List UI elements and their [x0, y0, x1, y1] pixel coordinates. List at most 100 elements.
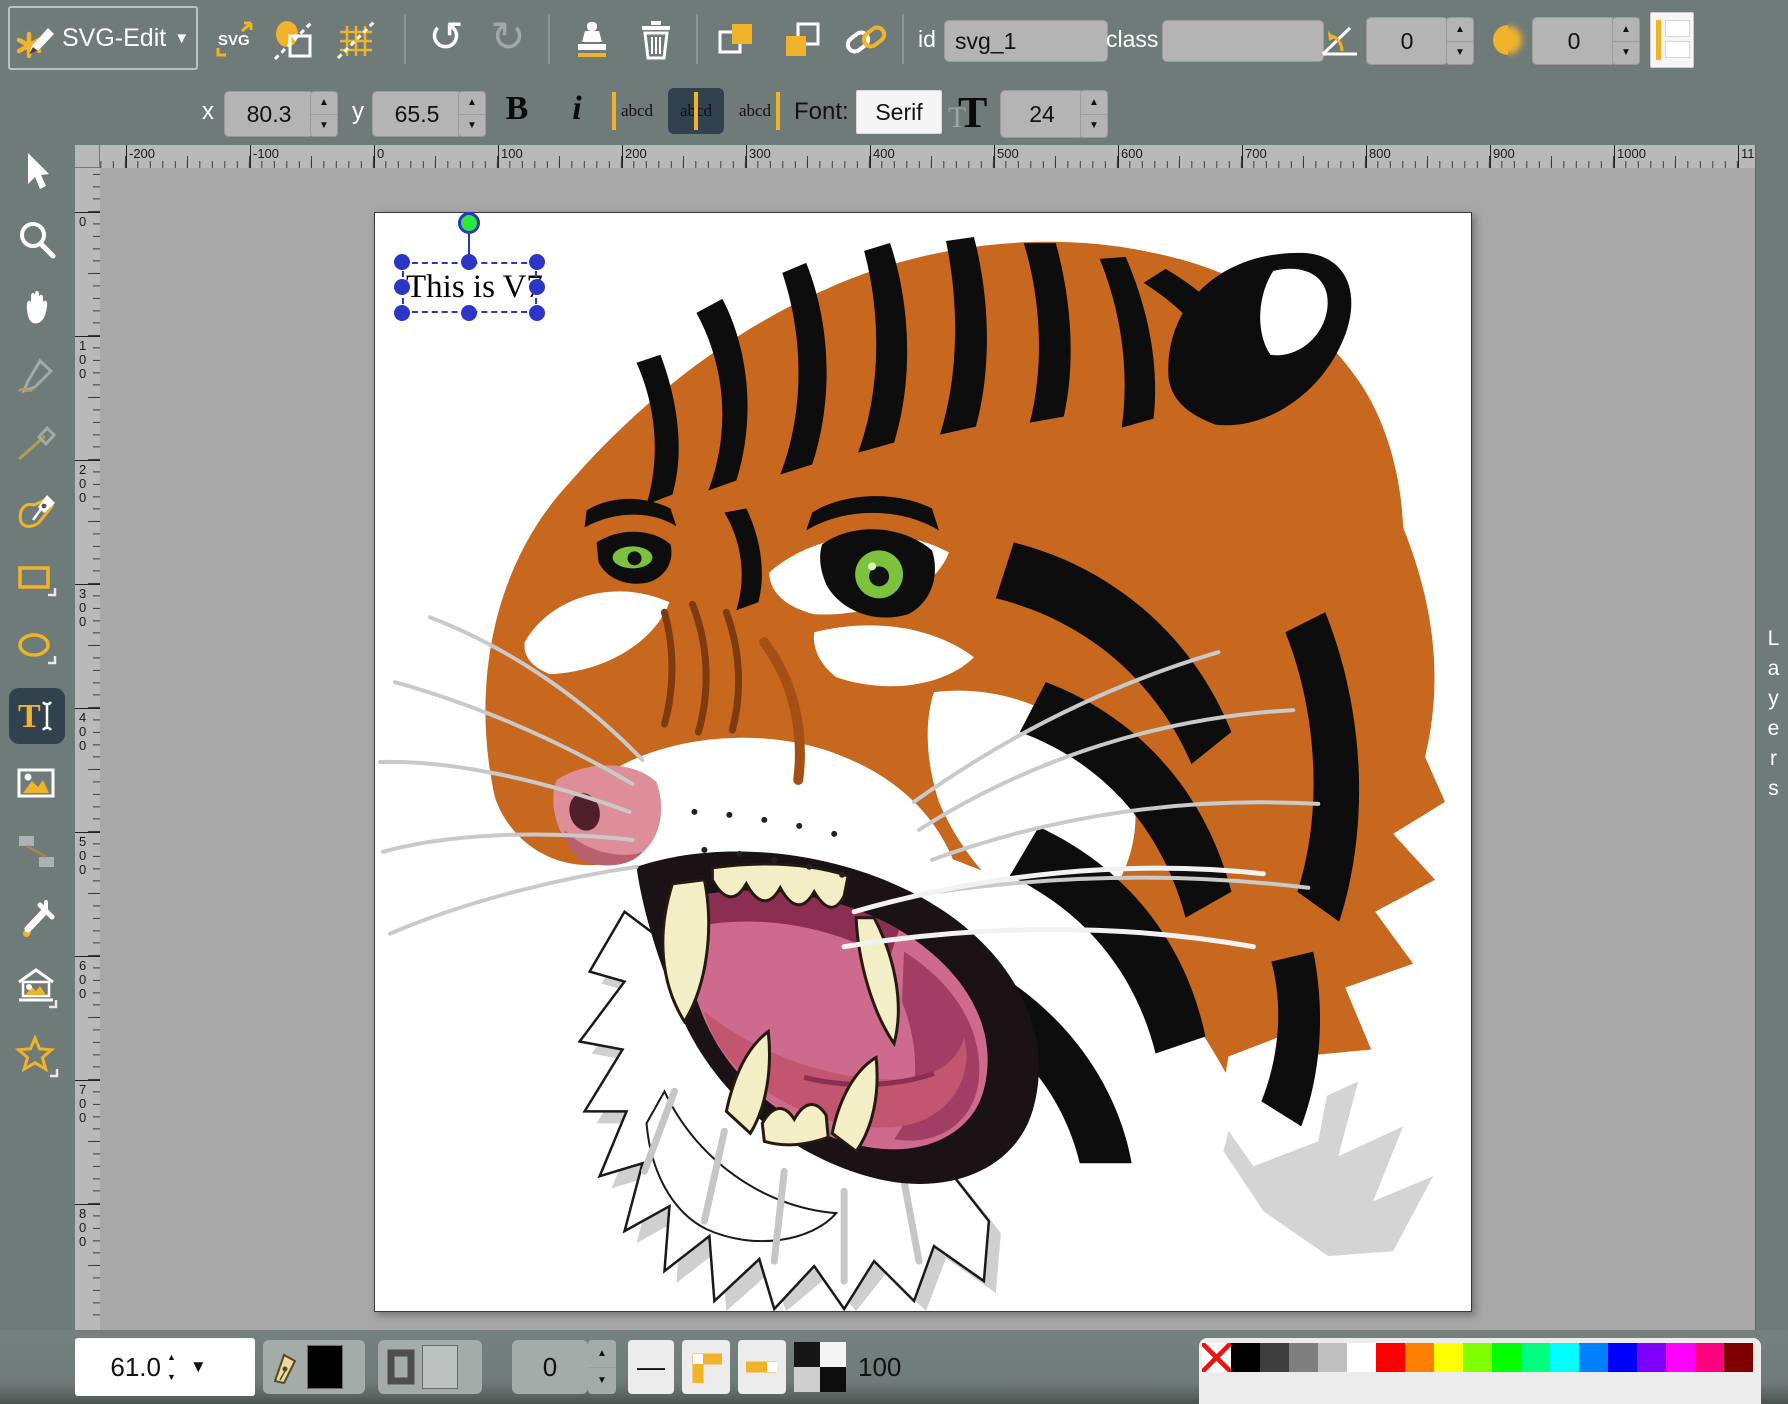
palette-swatch[interactable]: [1724, 1343, 1753, 1372]
rectangle-tool-button[interactable]: [9, 552, 65, 608]
selection-handle-e[interactable]: [529, 279, 545, 295]
selection-handle-sw[interactable]: [394, 305, 410, 321]
workspace[interactable]: This is V7: [100, 168, 1755, 1330]
element-class-input[interactable]: [1162, 20, 1324, 62]
text-anchor-start-button[interactable]: abcd: [612, 88, 662, 134]
image-tool-button[interactable]: [9, 756, 65, 812]
stroke-dash-button[interactable]: —: [628, 1340, 674, 1394]
path-tool-button[interactable]: [9, 484, 65, 540]
stroke-color-swatch[interactable]: [422, 1345, 458, 1389]
hand-icon: [15, 286, 59, 330]
redo-button[interactable]: ↻: [486, 14, 530, 58]
toolbar-divider: [902, 14, 904, 64]
bold-button[interactable]: B: [496, 90, 538, 134]
select-tool-button[interactable]: [9, 144, 65, 200]
star-tool-button[interactable]: [9, 1028, 65, 1084]
rotation-spinner[interactable]: ▲▼: [1446, 17, 1474, 65]
blur-spinner[interactable]: ▲▼: [1612, 17, 1640, 65]
move-to-top-button[interactable]: [780, 18, 824, 62]
palette-swatch[interactable]: [1492, 1343, 1521, 1372]
magnifier-icon: [15, 218, 59, 262]
font-size-input[interactable]: [1000, 90, 1084, 138]
text-tool-button[interactable]: T: [9, 688, 65, 744]
layers-panel-toggle[interactable]: Layers: [1755, 145, 1788, 1330]
italic-button[interactable]: i: [556, 90, 598, 134]
make-link-button[interactable]: [844, 18, 888, 62]
stroke-linejoin-button[interactable]: [682, 1340, 730, 1394]
selection-handle-w[interactable]: [394, 279, 410, 295]
blur-input[interactable]: [1532, 17, 1616, 65]
palette-swatch[interactable]: [1376, 1343, 1405, 1372]
line-tool-button[interactable]: [9, 416, 65, 472]
zoom-value: 61.0: [75, 1352, 161, 1383]
stroke-linecap-button[interactable]: [738, 1340, 786, 1394]
palette-row: [1202, 1343, 1753, 1372]
selection-handle-s[interactable]: [461, 305, 477, 321]
text-anchor-middle-button[interactable]: abcd: [668, 88, 724, 134]
svg-text:SVG: SVG: [218, 32, 250, 49]
zoom-spinner[interactable]: ▲▼: [167, 1347, 176, 1387]
x-spinner[interactable]: ▲▼: [310, 91, 338, 137]
main-menu-button[interactable]: SVG-Edit ▼: [8, 6, 198, 70]
x-input[interactable]: [224, 91, 314, 137]
text-anchor-end-button[interactable]: abcd: [730, 88, 780, 134]
text-icon: T: [15, 694, 59, 738]
id-label: id: [918, 0, 936, 79]
rotation-handle[interactable]: [458, 212, 480, 234]
y-spinner[interactable]: ▲▼: [458, 91, 486, 137]
align-relative-button[interactable]: [1650, 12, 1694, 68]
palette-swatch[interactable]: [1637, 1343, 1666, 1372]
palette-swatch[interactable]: [1463, 1343, 1492, 1372]
selection-handle-ne[interactable]: [529, 254, 545, 270]
font-size-spinner[interactable]: ▲▼: [1080, 90, 1108, 138]
stroke-width-input[interactable]: [512, 1340, 588, 1394]
palette-swatch[interactable]: [1231, 1343, 1260, 1372]
shape-library-button[interactable]: [9, 960, 65, 1016]
y-input[interactable]: [372, 91, 462, 137]
palette-swatch[interactable]: [1289, 1343, 1318, 1372]
delete-button[interactable]: [634, 18, 678, 62]
selection-handle-n[interactable]: [461, 254, 477, 270]
palette-swatch[interactable]: [1521, 1343, 1550, 1372]
selection-handle-se[interactable]: [529, 305, 545, 321]
fill-color-widget[interactable]: [263, 1340, 365, 1394]
palette-swatch[interactable]: [1608, 1343, 1637, 1372]
tiger-artwork[interactable]: [375, 213, 1471, 1311]
zoom-tool-button[interactable]: [9, 212, 65, 268]
palette-swatch[interactable]: [1579, 1343, 1608, 1372]
move-to-bottom-button[interactable]: [714, 18, 758, 62]
pan-tool-button[interactable]: [9, 280, 65, 336]
palette-swatch[interactable]: [1695, 1343, 1724, 1372]
palette-swatch[interactable]: [1318, 1343, 1347, 1372]
pencil-tool-button[interactable]: [9, 348, 65, 404]
fill-color-swatch[interactable]: [307, 1345, 343, 1389]
wireframe-mode-button[interactable]: [272, 18, 316, 62]
zoom-dropdown-caret-icon[interactable]: ▼: [190, 1357, 207, 1377]
opacity-gradient-swatch[interactable]: [794, 1342, 846, 1392]
svg-canvas[interactable]: [374, 212, 1472, 1312]
palette-swatch[interactable]: [1405, 1343, 1434, 1372]
eyedropper-tool-button[interactable]: [9, 892, 65, 948]
palette-swatch[interactable]: [1550, 1343, 1579, 1372]
palette-swatch[interactable]: [1434, 1343, 1463, 1372]
rotation-angle-input[interactable]: [1366, 17, 1448, 65]
palette-swatch[interactable]: [1666, 1343, 1695, 1372]
element-id-input[interactable]: [944, 20, 1108, 62]
text-context-toolbar: x ▲▼ y ▲▼ B i abcd abcd abcd Font: Serif…: [0, 79, 1788, 145]
app-title: SVG-Edit: [62, 24, 166, 53]
clone-button[interactable]: [570, 18, 614, 62]
zoom-widget[interactable]: 61.0 ▲▼ ▼: [75, 1338, 255, 1396]
ellipse-tool-button[interactable]: [9, 620, 65, 676]
stroke-width-spinner[interactable]: ▲▼: [588, 1340, 616, 1394]
linecap-butt-icon: [742, 1347, 782, 1387]
svg-source-button[interactable]: SVG: [212, 18, 256, 62]
undo-button[interactable]: ↺: [424, 14, 468, 58]
snap-to-grid-button[interactable]: [334, 18, 378, 62]
stroke-color-widget[interactable]: [378, 1340, 482, 1394]
font-family-button[interactable]: Serif: [856, 90, 942, 134]
connector-tool-button[interactable]: [9, 824, 65, 880]
palette-swatch[interactable]: [1347, 1343, 1376, 1372]
selection-handle-nw[interactable]: [394, 254, 410, 270]
palette-swatch[interactable]: [1260, 1343, 1289, 1372]
palette-swatch-none[interactable]: [1202, 1343, 1231, 1372]
